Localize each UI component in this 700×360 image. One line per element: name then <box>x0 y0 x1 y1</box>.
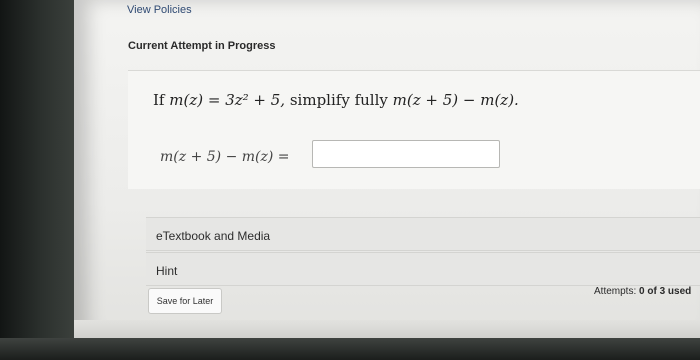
answer-input[interactable] <box>312 140 500 168</box>
screen: View Policies Current Attempt in Progres… <box>74 0 700 340</box>
view-policies-link[interactable]: View Policies <box>127 4 192 16</box>
attempts-counter: Attempts: 0 of 3 used <box>594 286 691 297</box>
question-panel: If m(z) = 3z² + 5, simplify fully m(z + … <box>128 70 700 189</box>
etextbook-media-label: eTextbook and Media <box>156 229 271 243</box>
section-title: Current Attempt in Progress <box>128 40 276 52</box>
target-expression: m(z + 5) − m(z). <box>392 91 519 109</box>
answer-label: m(z + 5) − m(z) = <box>160 149 290 165</box>
screen-bottom-edge <box>74 320 700 340</box>
function-definition: m(z) = 3z² + 5, <box>169 91 286 109</box>
monitor-bezel-left <box>0 0 74 360</box>
etextbook-media-toggle[interactable]: eTextbook and Media <box>146 217 700 251</box>
attempts-label: Attempts: <box>594 286 637 297</box>
monitor-bezel-bottom <box>0 338 700 360</box>
question-prefix: If <box>153 91 165 109</box>
save-for-later-button[interactable]: Save for Later <box>148 288 222 314</box>
hint-toggle[interactable]: Hint <box>146 252 700 286</box>
question-text: If m(z) = 3z² + 5, simplify fully m(z + … <box>153 91 519 109</box>
attempts-value: 0 of 3 used <box>639 286 692 297</box>
hint-label: Hint <box>156 264 178 278</box>
question-instruction: simplify fully <box>289 91 388 109</box>
